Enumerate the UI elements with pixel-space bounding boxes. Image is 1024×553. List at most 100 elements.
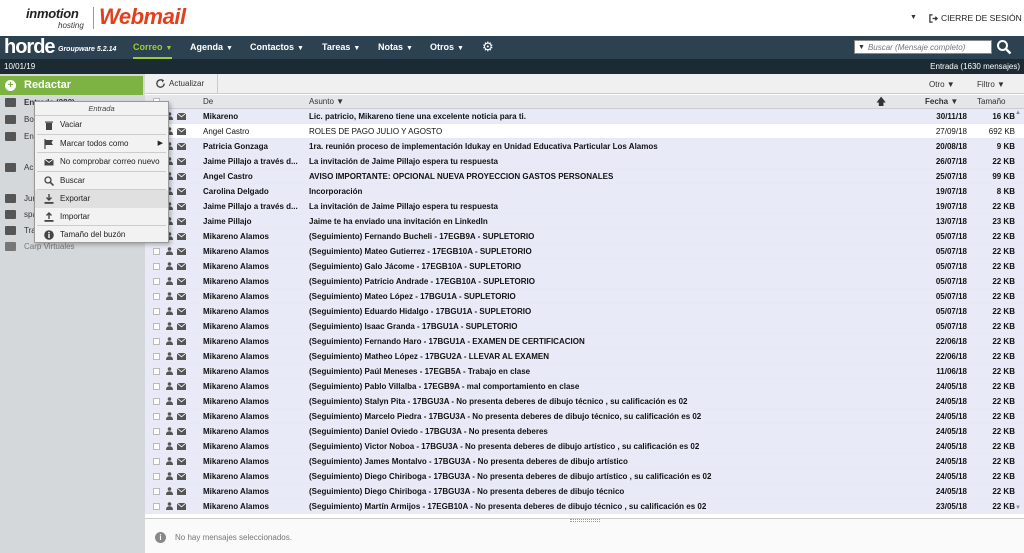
message-checkbox[interactable] <box>153 323 160 330</box>
nav-correo[interactable]: Correo ▼ <box>133 36 173 59</box>
message-row[interactable]: Mikareno Alamos (Seguimiento) Mateo Gutie… <box>145 244 1024 259</box>
column-size[interactable]: Tamaño <box>977 97 1005 106</box>
message-checkbox[interactable] <box>153 308 160 315</box>
message-row[interactable]: Mikareno Alamos (Seguimiento) Pablo Villa… <box>145 379 1024 394</box>
sidebar-item-folder-ac[interactable]: Ac <box>5 163 33 172</box>
nav-agenda[interactable]: Agenda ▼ <box>190 36 233 59</box>
message-checkbox[interactable] <box>153 383 160 390</box>
message-date: 05/07/18 <box>935 247 967 256</box>
refresh-button[interactable]: Actualizar <box>155 78 204 89</box>
message-checkbox[interactable] <box>153 443 160 450</box>
logout-link[interactable]: CIERRE DE SESIÓN <box>929 13 1022 23</box>
message-row[interactable]: Mikareno Lic. patricio, Mikareno tiene un… <box>145 109 1024 124</box>
message-row[interactable]: Mikareno Alamos (Seguimiento) Stalyn Pita… <box>145 394 1024 409</box>
search-input[interactable] <box>867 42 986 52</box>
message-date: 27/09/18 <box>935 127 967 136</box>
message-row[interactable]: Mikareno Alamos (Seguimiento) Galo Jácome… <box>145 259 1024 274</box>
column-from[interactable]: De <box>203 97 213 106</box>
menu-item-export[interactable]: Exportar <box>35 190 168 208</box>
search-field[interactable]: ▼ <box>854 40 992 54</box>
search-icon[interactable] <box>996 39 1012 55</box>
message-checkbox[interactable] <box>153 488 160 495</box>
sidebar-item-spam[interactable]: spa <box>5 210 37 219</box>
sidebar-item-sent[interactable]: En <box>5 132 34 141</box>
sidebar-item-drafts[interactable]: Bo <box>5 115 34 124</box>
message-row[interactable]: Mikareno Alamos (Seguimiento) Diego Chiri… <box>145 484 1024 499</box>
message-checkbox[interactable] <box>153 338 160 345</box>
sidebar-item-trash[interactable]: Tra <box>5 226 36 235</box>
search-options-caret-icon[interactable]: ▼ <box>855 44 868 51</box>
nav-contactos[interactable]: Contactos ▼ <box>250 36 304 59</box>
toolbar-divider <box>217 74 218 94</box>
nav-tareas[interactable]: Tareas ▼ <box>322 36 360 59</box>
message-row[interactable]: Mikareno Alamos (Seguimiento) Isaac Grand… <box>145 319 1024 334</box>
nav-otros[interactable]: Otros ▼ <box>430 36 464 59</box>
sender-avatar-icon <box>166 367 173 375</box>
message-checkbox[interactable] <box>153 428 160 435</box>
envelope-icon <box>177 218 186 225</box>
message-row[interactable]: Jaime Pillajo a través d... La invitación… <box>145 154 1024 169</box>
message-row[interactable]: Mikareno Alamos (Seguimiento) Fernando Ha… <box>145 334 1024 349</box>
message-checkbox[interactable] <box>153 248 160 255</box>
message-checkbox[interactable] <box>153 353 160 360</box>
message-subject: (Seguimiento) Paúl Meneses - 17EGB5A - T… <box>309 367 531 376</box>
webmail-logo: Webmail <box>99 4 186 29</box>
message-checkbox[interactable] <box>153 473 160 480</box>
message-from: Mikareno Alamos <box>203 412 269 421</box>
sender-avatar-icon <box>166 472 173 480</box>
menu-item-search[interactable]: Buscar <box>35 172 168 190</box>
message-row[interactable]: Mikareno Alamos (Seguimiento) Mateo López… <box>145 289 1024 304</box>
message-checkbox[interactable] <box>153 368 160 375</box>
menu-item-no-check-mail[interactable]: No comprobar correo nuevo <box>35 153 168 171</box>
message-row[interactable]: Mikareno Alamos (Seguimiento) Victor Nobo… <box>145 439 1024 454</box>
message-checkbox[interactable] <box>153 263 160 270</box>
trash-icon <box>45 121 53 130</box>
scroll-up-icon[interactable]: ▲ <box>1015 110 1021 116</box>
message-from: Jaime Pillajo <box>203 217 252 226</box>
scroll-down-icon[interactable]: ▼ <box>1015 505 1021 511</box>
sender-avatar-icon <box>166 322 173 330</box>
column-subject[interactable]: Asunto ▼ <box>309 97 344 106</box>
message-row[interactable]: Angel Castro AVISO IMPORTANTE: OPCIONAL N… <box>145 169 1024 184</box>
resize-handle[interactable] <box>570 519 600 522</box>
message-row[interactable]: Angel Castro ROLES DE PAGO JULIO Y AGOSTO… <box>145 124 1024 139</box>
message-from: Mikareno <box>203 112 239 121</box>
sender-avatar-icon <box>166 292 173 300</box>
user-menu-caret-icon[interactable]: ▼ <box>910 14 917 21</box>
menu-item-mark-all-as[interactable]: Marcar todos como ▶ <box>35 135 168 153</box>
message-checkbox[interactable] <box>153 413 160 420</box>
message-row[interactable]: Mikareno Alamos (Seguimiento) Martín Armi… <box>145 499 1024 514</box>
column-date[interactable]: Fecha ▼ <box>925 97 958 106</box>
message-checkbox[interactable] <box>153 398 160 405</box>
menu-item-import[interactable]: Importar <box>35 208 168 226</box>
message-row[interactable]: Jaime Pillajo Jaime te ha enviado una inv… <box>145 214 1024 229</box>
sidebar-item-folder-jur[interactable]: Jur <box>5 194 35 203</box>
gear-icon[interactable]: ⚙ <box>482 39 494 55</box>
message-checkbox[interactable] <box>153 278 160 285</box>
menu-item-mailbox-size[interactable]: Tamaño del buzón <box>35 226 168 244</box>
message-size: 22 KB <box>992 277 1015 286</box>
message-row[interactable]: Mikareno Alamos (Seguimiento) Diego Chiri… <box>145 469 1024 484</box>
message-checkbox[interactable] <box>153 458 160 465</box>
message-row[interactable]: Jaime Pillajo a través d... La invitación… <box>145 199 1024 214</box>
message-row[interactable]: Mikareno Alamos (Seguimiento) Daniel Ovie… <box>145 424 1024 439</box>
message-size: 16 KB <box>992 112 1015 121</box>
message-row[interactable]: Carolina Delgado Incorporación 19/07/18 8 K… <box>145 184 1024 199</box>
envelope-icon <box>177 188 186 195</box>
nav-notas[interactable]: Notas ▼ <box>378 36 413 59</box>
message-row[interactable]: Mikareno Alamos (Seguimiento) Marcelo Pie… <box>145 409 1024 424</box>
message-checkbox[interactable] <box>153 293 160 300</box>
message-row[interactable]: Mikareno Alamos (Seguimiento) Matheo Lópe… <box>145 349 1024 364</box>
message-row[interactable]: Patricia Gonzaga 1ra. reunión proceso de … <box>145 139 1024 154</box>
compose-button[interactable]: + Redactar <box>0 76 143 95</box>
message-row[interactable]: Mikareno Alamos (Seguimiento) Patricio An… <box>145 274 1024 289</box>
message-list: Mikareno Lic. patricio, Mikareno tiene un… <box>145 109 1024 514</box>
message-checkbox[interactable] <box>153 503 160 510</box>
message-row[interactable]: Mikareno Alamos (Seguimiento) Eduardo Hid… <box>145 304 1024 319</box>
message-row[interactable]: Mikareno Alamos (Seguimiento) Paúl Menese… <box>145 364 1024 379</box>
filter-menu-button[interactable]: Filtro ▼ <box>977 80 1005 89</box>
other-menu-button[interactable]: Otro ▼ <box>929 80 955 89</box>
message-row[interactable]: Mikareno Alamos (Seguimiento) James Monta… <box>145 454 1024 469</box>
message-row[interactable]: Mikareno Alamos (Seguimiento) Fernando Bu… <box>145 229 1024 244</box>
menu-item-empty[interactable]: Vaciar <box>35 116 168 134</box>
